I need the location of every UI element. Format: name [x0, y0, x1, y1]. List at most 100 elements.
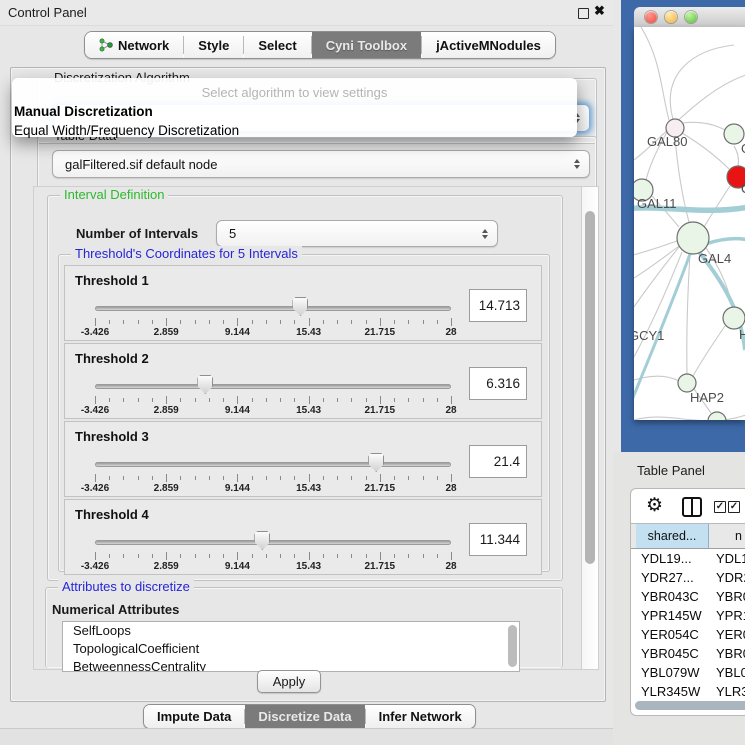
gear-icon[interactable]: ⚙	[646, 494, 663, 517]
threshold-value-box[interactable]: 11.344	[469, 523, 527, 556]
node-label: H	[739, 327, 745, 342]
threshold-panel-3: Threshold 3 -3.4262.8599.14415.4321.7152…	[64, 421, 542, 497]
table-row[interactable]: YDR27...YDR2	[631, 568, 745, 587]
slider-thumb[interactable]	[254, 531, 270, 550]
table-row[interactable]: YPR145WYPR1	[631, 606, 745, 625]
tick-mark	[408, 476, 409, 480]
tick-mark	[394, 554, 395, 558]
float-window-icon[interactable]	[578, 8, 589, 19]
slider-track[interactable]	[95, 540, 451, 545]
slider-track[interactable]	[95, 462, 451, 467]
node-label: GCY1	[634, 328, 664, 343]
table-panel-title: Table Panel	[637, 463, 705, 478]
node-GAL4[interactable]	[677, 222, 709, 254]
tick-mark	[166, 318, 167, 326]
tick-mark	[380, 396, 381, 404]
table-row[interactable]: YLR345WYLR3	[631, 682, 745, 697]
tick-label: 28	[445, 561, 456, 572]
slider-thumb[interactable]	[197, 375, 213, 394]
slider-track[interactable]	[95, 384, 451, 389]
scrollbar-thumb[interactable]	[585, 211, 595, 564]
minimize-traffic-light[interactable]	[665, 11, 677, 23]
close-traffic-light[interactable]	[645, 11, 657, 23]
close-icon[interactable]: ✖	[594, 3, 605, 19]
tick-mark	[280, 554, 281, 558]
tab-select[interactable]: Select	[244, 32, 310, 58]
node-label: GA	[741, 141, 745, 156]
tick-label: 28	[445, 327, 456, 338]
tick-mark	[323, 554, 324, 558]
numerical-attributes-list[interactable]: SelfLoopsTopologicalCoefficientBetweenne…	[62, 621, 520, 672]
tab-cyni-toolbox[interactable]: Cyni Toolbox	[312, 32, 421, 58]
tick-mark	[323, 320, 324, 324]
table-row[interactable]: YDL19...YDL1	[631, 549, 745, 568]
network-view-window[interactable]: GAL80GACGAL11GAL4GCY1HHAP2	[621, 0, 745, 452]
node-label: GAL80	[647, 134, 687, 149]
checkbox-icon[interactable]: ✓	[714, 501, 726, 513]
split-column-icon[interactable]	[682, 497, 702, 517]
tab-discretize-data[interactable]: Discretize Data	[245, 705, 364, 728]
checkbox-icon[interactable]: ✓	[728, 501, 740, 513]
tab-jactivemnodules[interactable]: jActiveMNodules	[422, 32, 555, 58]
cell-name: YPR1	[713, 608, 745, 623]
table-row[interactable]: YBR045CYBR0	[631, 644, 745, 663]
zoom-traffic-light[interactable]	[685, 11, 697, 23]
slider-thumb[interactable]	[368, 453, 384, 472]
tick-mark	[451, 396, 452, 404]
tab-style[interactable]: Style	[184, 32, 243, 58]
table-row[interactable]: YBL079WYBL0	[631, 663, 745, 682]
attribute-item[interactable]: SelfLoops	[63, 622, 519, 640]
slider-tick-labels: -3.4262.8599.14415.4321.71528	[95, 561, 451, 573]
dropdown-item[interactable]: Manual Discretization	[12, 102, 577, 121]
table-row[interactable]: YBR043CYBR0	[631, 587, 745, 606]
horizontal-scrollbar[interactable]	[631, 701, 745, 710]
tab-network[interactable]: Network	[85, 32, 183, 58]
table-row[interactable]: YER054CYER0	[631, 625, 745, 644]
tab-infer-network[interactable]: Infer Network	[366, 705, 475, 728]
scrollbar-thumb[interactable]	[635, 701, 745, 710]
tick-mark	[366, 476, 367, 480]
slider-track[interactable]	[95, 306, 451, 311]
tick-mark	[252, 554, 253, 558]
attribute-item[interactable]: TopologicalCoefficient	[63, 640, 519, 658]
tick-mark	[294, 398, 295, 402]
number-of-intervals-combobox[interactable]: 5	[216, 220, 498, 247]
network-canvas[interactable]: GAL80GACGAL11GAL4GCY1HHAP2	[634, 27, 745, 420]
threshold-value-box[interactable]: 6.316	[469, 367, 527, 400]
dropdown-prompt: Select algorithm to view settings	[12, 85, 577, 100]
threshold-slider[interactable]: -3.4262.8599.14415.4321.71528	[95, 344, 451, 418]
tick-mark	[237, 474, 238, 482]
tick-mark	[337, 554, 338, 558]
tick-mark	[323, 476, 324, 480]
tick-mark	[95, 474, 96, 482]
tick-mark	[423, 476, 424, 480]
apply-button[interactable]: Apply	[257, 670, 321, 693]
node-H[interactable]	[723, 307, 745, 329]
dropdown-item[interactable]: Equal Width/Frequency Discretization	[12, 121, 577, 140]
threshold-value-box[interactable]: 14.713	[469, 289, 527, 322]
threshold-slider[interactable]: -3.4262.8599.14415.4321.71528	[95, 500, 451, 574]
tab-impute-data[interactable]: Impute Data	[144, 705, 244, 728]
thresholds-group: Threshold's Coordinates for 5 Intervals …	[58, 254, 550, 572]
list-scrollbar[interactable]	[508, 625, 517, 667]
group-title: Threshold's Coordinates for 5 Intervals	[71, 246, 302, 261]
tick-mark	[323, 398, 324, 402]
column-header-name[interactable]: n	[709, 524, 745, 548]
column-header-shared-name[interactable]: shared...	[636, 524, 709, 548]
threshold-slider[interactable]: -3.4262.8599.14415.4321.71528	[95, 422, 451, 496]
tick-mark	[223, 554, 224, 558]
tick-mark	[380, 318, 381, 326]
network-window-titlebar[interactable]	[634, 7, 745, 28]
slider-thumb[interactable]	[292, 297, 308, 316]
tick-mark	[152, 476, 153, 480]
tick-mark	[223, 398, 224, 402]
cell-shared-name: YLR345W	[631, 684, 713, 697]
tick-mark	[351, 476, 352, 480]
threshold-slider[interactable]: -3.4262.8599.14415.4321.71528	[95, 266, 451, 340]
tick-label: 28	[445, 405, 456, 416]
tick-mark	[195, 320, 196, 324]
threshold-value-box[interactable]: 21.4	[469, 445, 527, 478]
cyni-toolbox-panel: Discretization Algorithm Table Data galF…	[10, 67, 606, 702]
vertical-scrollbar[interactable]	[581, 187, 598, 669]
table-data-combobox[interactable]: galFiltered.sif default node	[52, 150, 590, 178]
